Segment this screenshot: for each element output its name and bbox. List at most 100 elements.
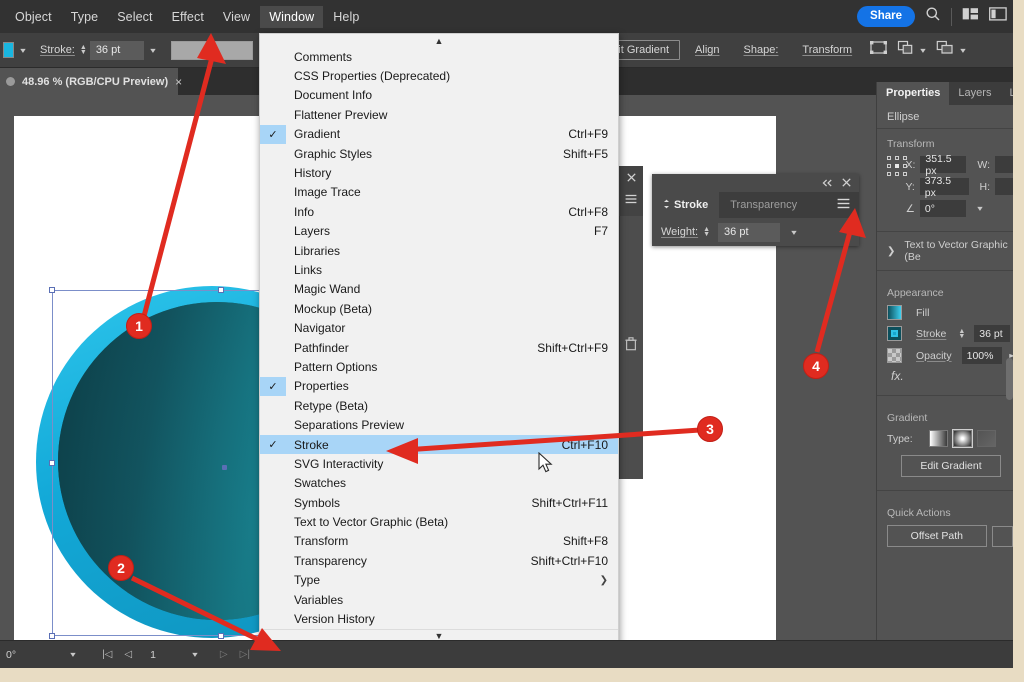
menu-item-swatches[interactable]: Swatches — [260, 474, 618, 493]
page-chevron-down-icon[interactable]: ▾ — [183, 650, 207, 659]
shape-button[interactable]: Shape: — [735, 41, 788, 59]
transform-button[interactable]: Transform — [793, 41, 861, 59]
menu-item-pathfinder[interactable]: Pathfinder Shift+Ctrl+F9 — [260, 338, 618, 357]
align-button[interactable]: Align — [686, 41, 728, 59]
menu-item-libraries[interactable]: Libraries — [260, 241, 618, 260]
menu-view[interactable]: View — [214, 6, 259, 28]
select-all-icon[interactable] — [870, 40, 888, 60]
menu-object[interactable]: Object — [6, 6, 61, 28]
rotation-chevron-down-icon[interactable]: ▾ — [61, 650, 85, 659]
stroke-weight-stepper[interactable]: ▲ ▼ — [703, 226, 710, 238]
search-icon[interactable] — [925, 6, 941, 27]
menu-item-svg-interactivity[interactable]: SVG Interactivity — [260, 454, 618, 473]
next-page-icon[interactable]: ▷ — [214, 649, 234, 660]
collapse-icon[interactable] — [822, 174, 833, 192]
edit-gradient-button[interactable]: Edit Gradient — [901, 455, 1001, 477]
menu-item-version-history[interactable]: Version History — [260, 609, 618, 628]
h-input[interactable] — [995, 178, 1013, 195]
chevron-right-icon[interactable]: ❯ — [887, 246, 895, 257]
prev-page-icon[interactable]: ◁ — [118, 649, 138, 660]
menu-item-css-properties-deprecated[interactable]: CSS Properties (Deprecated) — [260, 66, 618, 85]
stroke-weight-chevron-down-icon[interactable]: ▾ — [782, 228, 806, 237]
close-icon[interactable]: × — [175, 75, 182, 89]
opacity-input[interactable]: 100% — [961, 347, 1002, 364]
selection-handle-tc[interactable] — [218, 287, 224, 293]
opacity-swatch[interactable] — [887, 348, 902, 363]
stroke-floating-panel[interactable]: Stroke Transparency Weight: ▲ ▼ 36 pt ▾ — [652, 174, 859, 246]
menu-item-layers[interactable]: Layers F7 — [260, 222, 618, 241]
angle-chevron-down-icon[interactable]: ▾ — [968, 204, 992, 213]
menu-item-graphic-styles[interactable]: Graphic Styles Shift+F5 — [260, 144, 618, 163]
menu-scroll-up-icon[interactable]: ▲ — [260, 34, 618, 47]
fx-icon[interactable]: fx. — [891, 369, 904, 383]
stroke-panel-titlebar[interactable] — [652, 174, 859, 192]
menu-item-links[interactable]: Links — [260, 260, 618, 279]
panel-menu-icon[interactable] — [837, 196, 850, 214]
menu-item-text-to-vector-graphic-beta[interactable]: Text to Vector Graphic (Beta) — [260, 512, 618, 531]
stroke-color-chevron-down-icon[interactable]: ▾ — [11, 46, 35, 55]
menu-item-transparency[interactable]: Transparency Shift+Ctrl+F10 — [260, 551, 618, 570]
reference-point-selector[interactable] — [887, 156, 907, 179]
stroke-profile-field[interactable] — [170, 40, 253, 60]
tab-layers[interactable]: Layers — [949, 82, 1000, 105]
stroke-weight-input[interactable]: 36 pt — [89, 40, 144, 60]
selection-handle-bl[interactable] — [49, 633, 55, 639]
selection-handle-ml[interactable] — [49, 460, 55, 466]
first-page-icon[interactable]: |◁ — [96, 649, 118, 660]
appearance-fill-row[interactable]: Fill — [877, 305, 1013, 320]
menu-item-stroke[interactable]: ✓ Stroke Ctrl+F10 — [260, 434, 618, 455]
workspace-switcher-icon[interactable] — [989, 7, 1007, 26]
close-icon[interactable] — [842, 174, 851, 192]
freeform-gradient-icon[interactable] — [976, 430, 996, 447]
tab-stroke[interactable]: Stroke — [652, 192, 720, 218]
menu-item-comments[interactable]: Comments — [260, 47, 618, 66]
menu-item-properties[interactable]: ✓ Properties — [260, 376, 618, 397]
tab-transparency[interactable]: Transparency — [719, 192, 808, 218]
menu-item-pattern-options[interactable]: Pattern Options — [260, 357, 618, 376]
align-chevron-down-icon[interactable]: ▾ — [951, 46, 975, 55]
menu-item-history[interactable]: History — [260, 163, 618, 182]
trash-icon[interactable] — [619, 332, 643, 356]
close-icon[interactable] — [619, 166, 643, 188]
text-to-vector-graphic-row[interactable]: ❯ Text to Vector Graphic (Be — [877, 239, 1013, 263]
menu-item-variables[interactable]: Variables — [260, 590, 618, 609]
menu-item-separations-preview[interactable]: Separations Preview — [260, 415, 618, 434]
stroke-weight-input[interactable]: 36 pt — [718, 222, 781, 242]
menu-item-image-trace[interactable]: Image Trace — [260, 183, 618, 202]
menu-item-mockup-beta[interactable]: Mockup (Beta) — [260, 299, 618, 318]
menu-item-info[interactable]: Info Ctrl+F8 — [260, 202, 618, 221]
fill-swatch[interactable] — [887, 305, 902, 320]
menu-item-navigator[interactable]: Navigator — [260, 318, 618, 337]
x-input[interactable]: 351.5 px — [920, 153, 967, 177]
menu-help[interactable]: Help — [324, 6, 368, 28]
menu-item-flattener-preview[interactable]: Flattener Preview — [260, 105, 618, 124]
stroke-weight-input[interactable]: 36 pt — [974, 325, 1011, 342]
menu-item-gradient[interactable]: ✓ Gradient Ctrl+F9 — [260, 124, 618, 144]
menu-type[interactable]: Type — [62, 6, 108, 28]
menu-effect[interactable]: Effect — [163, 6, 213, 28]
stroke-swatch[interactable] — [887, 326, 902, 341]
w-input[interactable] — [995, 156, 1013, 173]
menu-item-symbols[interactable]: Symbols Shift+Ctrl+F11 — [260, 493, 618, 512]
panel-menu-icon[interactable] — [619, 188, 643, 210]
page-number-input[interactable]: 1 — [138, 649, 162, 661]
offset-path-button[interactable]: Offset Path — [887, 525, 987, 547]
tab-properties[interactable]: Properties — [877, 82, 950, 105]
menu-item-magic-wand[interactable]: Magic Wand — [260, 280, 618, 299]
arrange-documents-icon[interactable] — [962, 7, 979, 26]
quick-action-extra-button[interactable] — [991, 525, 1013, 547]
selection-handle-tl[interactable] — [49, 287, 55, 293]
menu-window[interactable]: Window — [260, 5, 324, 28]
share-button[interactable]: Share — [857, 6, 915, 27]
menu-select[interactable]: Select — [108, 6, 161, 28]
stroke-weight-stepper[interactable]: ▲ ▼ — [80, 44, 87, 56]
tab-libraries[interactable]: Librar — [1000, 82, 1013, 105]
window-menu-dropdown[interactable]: ▲ Comments CSS Properties (Deprecated) Doc… — [259, 33, 619, 662]
linear-gradient-icon[interactable] — [928, 430, 948, 447]
properties-panel-scrollbar[interactable] — [1006, 358, 1013, 400]
last-page-icon[interactable]: ▷| — [234, 649, 256, 660]
appearance-opacity-row[interactable]: Opacity 100% ▸ — [877, 347, 1013, 364]
appearance-stroke-row[interactable]: Stroke ▲▼ 36 pt ▾ — [877, 325, 1013, 342]
menu-item-transform[interactable]: Transform Shift+F8 — [260, 532, 618, 551]
gradient-center-point[interactable] — [222, 465, 227, 470]
